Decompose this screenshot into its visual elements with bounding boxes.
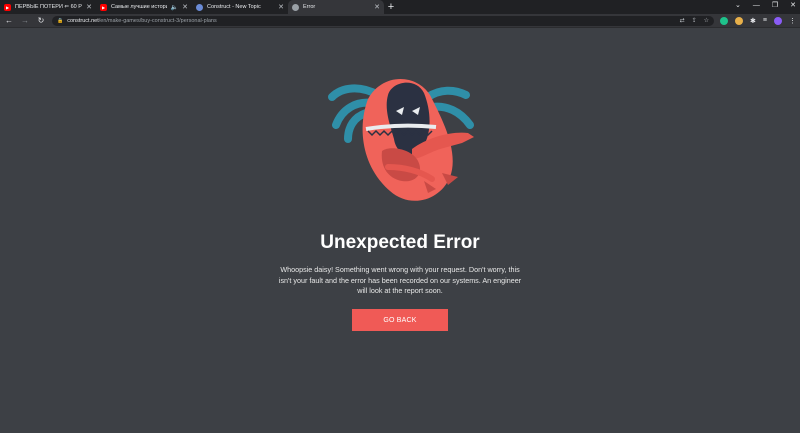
tab-youtube-1[interactable]: ▶ ПЕРВЫЕ ПОТЕРИ ⇐ 60 Parsecs! # ✕ <box>0 0 96 14</box>
star-icon[interactable]: ☆ <box>704 17 709 24</box>
page-content: Unexpected Error Whoopsie daisy! Somethi… <box>0 29 800 433</box>
reload-icon[interactable]: ↻ <box>36 16 46 25</box>
window-controls: ⌄ — ❐ ✕ <box>735 0 796 12</box>
share-icon[interactable]: ⇪ <box>692 17 697 24</box>
url-host: construct.net <box>67 17 99 24</box>
tab-close-icon[interactable]: ✕ <box>374 3 380 11</box>
youtube-icon: ▶ <box>4 3 11 11</box>
close-window-icon[interactable]: ✕ <box>790 0 796 12</box>
extension-icon[interactable] <box>720 16 729 25</box>
translate-icon[interactable]: ⇄ <box>680 17 685 24</box>
tab-title: ПЕРВЫЕ ПОТЕРИ ⇐ 60 Parsecs! # <box>15 4 82 10</box>
lock-icon[interactable]: 🔒 <box>57 18 63 24</box>
extensions-area: ✱ ≡ ⋮ <box>720 16 796 25</box>
avatar[interactable] <box>774 16 782 25</box>
construct-icon <box>292 3 299 11</box>
media-control-icon[interactable]: ≡ <box>763 17 767 24</box>
omnibox-actions: ⇄ ⇪ ☆ <box>680 17 709 24</box>
back-arrow-icon[interactable]: ← <box>4 16 14 25</box>
more-menu-icon[interactable]: ⋮ <box>789 17 796 25</box>
tab-title: Construct - New Topic <box>207 4 261 10</box>
tab-error[interactable]: Error ✕ <box>288 0 384 14</box>
go-back-button[interactable]: GO BACK <box>352 309 448 331</box>
tab-title: Самые лучшие истории из <box>111 4 167 10</box>
tab-construct-new-topic[interactable]: Construct - New Topic ✕ <box>192 0 288 14</box>
address-bar[interactable]: 🔒 construct.net/en/make-games/buy-constr… <box>52 15 715 26</box>
minimize-icon[interactable]: — <box>753 0 760 12</box>
youtube-icon: ▶ <box>100 3 107 11</box>
tab-close-icon[interactable]: ✕ <box>278 3 284 11</box>
error-message: Whoopsie daisy! Something went wrong wit… <box>278 265 522 295</box>
tab-youtube-2[interactable]: ▶ Самые лучшие истории из 🔈 ✕ <box>96 0 192 14</box>
page-title: Unexpected Error <box>320 232 480 253</box>
construct-icon <box>196 3 203 11</box>
tab-close-icon[interactable]: ✕ <box>86 3 92 11</box>
new-tab-button[interactable]: + <box>384 0 398 14</box>
url-text: construct.net/en/make-games/buy-construc… <box>67 18 217 24</box>
browser-toolbar: ← → ↻ 🔒 construct.net/en/make-games/buy-… <box>0 14 800 28</box>
tab-strip: ▶ ПЕРВЫЕ ПОТЕРИ ⇐ 60 Parsecs! # ✕ ▶ Самы… <box>0 0 800 14</box>
speaker-icon[interactable]: 🔈 <box>171 4 178 11</box>
tab-search-icon[interactable]: ⌄ <box>735 0 741 12</box>
puzzle-icon[interactable]: ✱ <box>750 17 756 25</box>
tab-title: Error <box>303 4 316 10</box>
extension-icon[interactable] <box>735 16 744 25</box>
restore-icon[interactable]: ❐ <box>772 0 778 12</box>
tab-close-icon[interactable]: ✕ <box>182 3 188 11</box>
url-path: /en/make-games/buy-construct-3/personal-… <box>98 17 217 24</box>
error-mascot-illustration <box>328 78 474 201</box>
forward-arrow-icon[interactable]: → <box>20 16 30 25</box>
